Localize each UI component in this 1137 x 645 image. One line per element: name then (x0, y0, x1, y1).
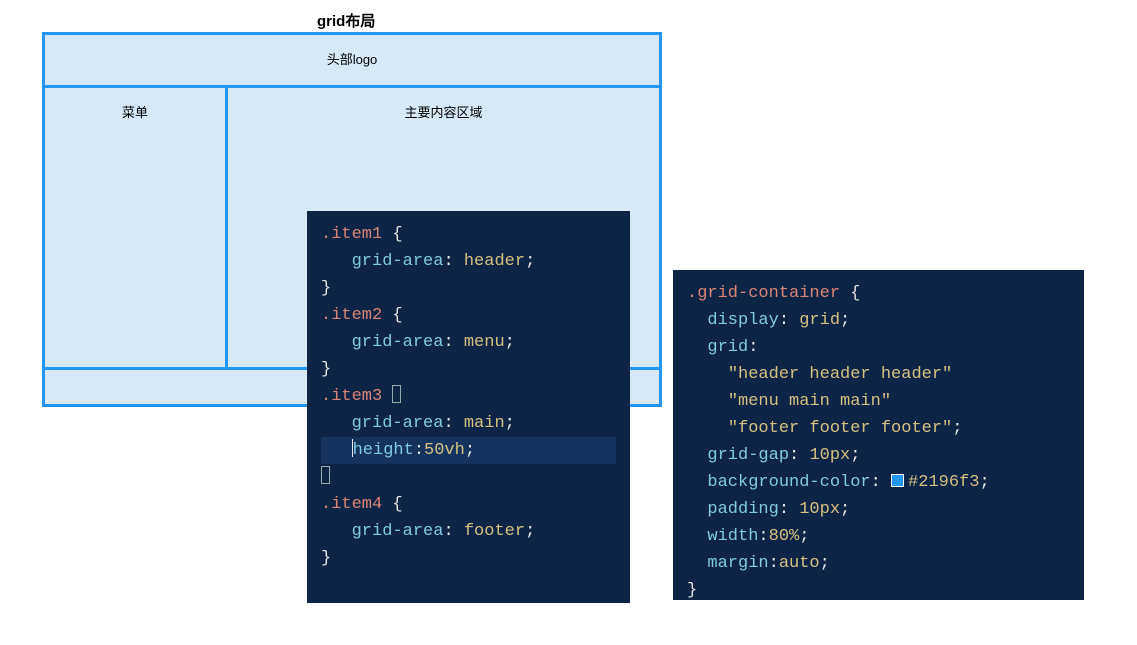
code-block-container: .grid-container { display: grid; grid: "… (673, 270, 1084, 600)
cursor-box-icon (321, 466, 330, 484)
page-title: grid布局 (317, 10, 375, 31)
demo-header: 头部logo (45, 35, 659, 85)
demo-menu: 菜单 (45, 88, 225, 367)
cursor-box-icon (392, 385, 401, 403)
color-swatch-icon (891, 474, 904, 487)
code-block-items: .item1 { grid-area: header; } .item2 { g… (307, 211, 630, 603)
